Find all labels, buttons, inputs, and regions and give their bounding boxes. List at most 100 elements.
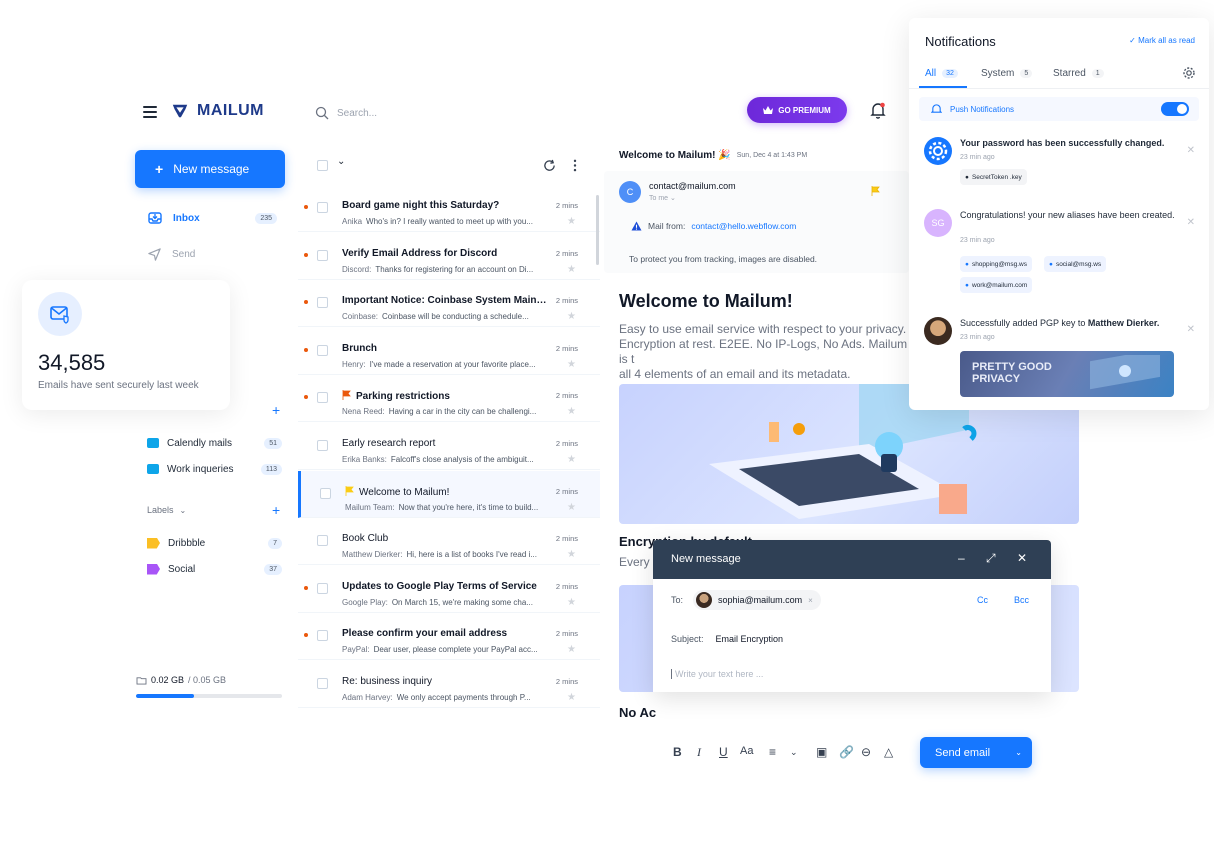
- underline-icon[interactable]: U: [719, 745, 728, 759]
- chevron-down-icon[interactable]: ⌄: [337, 156, 345, 167]
- mail-preview: Anika Who's in? I really wanted to meet u…: [342, 217, 533, 226]
- push-toggle[interactable]: [1161, 102, 1189, 116]
- refresh-icon[interactable]: [543, 159, 556, 172]
- mail-row[interactable]: Board game night this Saturday? Anika Who'…: [298, 185, 600, 232]
- star-icon[interactable]: ★: [567, 454, 576, 465]
- alias-chip[interactable]: ● shopping@msg.ws: [960, 256, 1032, 272]
- sender-email[interactable]: contact@mailum.com: [649, 181, 736, 191]
- mail-row[interactable]: Brunch Henry: I've made a reservation at y…: [298, 328, 600, 375]
- close-icon[interactable]: ✕: [1187, 217, 1195, 228]
- add-label-button[interactable]: +: [272, 502, 280, 518]
- close-icon[interactable]: ✕: [1017, 551, 1027, 565]
- mail-from-link[interactable]: contact@hello.webflow.com: [691, 221, 796, 231]
- gear-icon[interactable]: [1182, 66, 1196, 80]
- row-checkbox[interactable]: [317, 678, 328, 689]
- row-checkbox[interactable]: [317, 392, 328, 404]
- logo: MAILUM: [171, 102, 264, 120]
- close-icon[interactable]: ✕: [1187, 145, 1195, 156]
- font-size-icon[interactable]: Aa: [740, 745, 753, 757]
- remove-recipient-icon[interactable]: ×: [808, 596, 813, 605]
- mail-row[interactable]: Please confirm your email address PayPal:…: [298, 613, 600, 661]
- send-email-button[interactable]: Send email ⌄: [920, 737, 1032, 768]
- subject-row[interactable]: Subject: Email Encryption: [671, 634, 783, 644]
- close-icon[interactable]: ✕: [1187, 324, 1195, 335]
- sidebar-label-social[interactable]: Social 37: [147, 560, 282, 578]
- select-all-checkbox[interactable]: [317, 160, 328, 171]
- row-checkbox[interactable]: [317, 535, 328, 547]
- row-checkbox[interactable]: [317, 297, 328, 309]
- sidebar-item-inbox[interactable]: Inbox 235: [147, 208, 277, 228]
- labels-header[interactable]: Labels ⌄: [147, 505, 186, 515]
- sidebar-folder-calendly[interactable]: Calendly mails 51: [147, 434, 282, 452]
- star-icon[interactable]: ★: [567, 502, 576, 513]
- avatar: [696, 592, 712, 608]
- notifications-panel: Notifications ✓ Mark all as read All 32 …: [909, 18, 1209, 410]
- image-icon[interactable]: ▣: [816, 745, 827, 759]
- star-icon[interactable]: ★: [567, 359, 576, 370]
- search-bar[interactable]: Search...: [315, 106, 377, 120]
- chevron-down-icon[interactable]: ⌄: [1015, 748, 1022, 757]
- mail-row[interactable]: Important Notice: Coinbase System Mainte…: [298, 280, 600, 328]
- row-checkbox[interactable]: [320, 487, 331, 499]
- key-chip[interactable]: ● SecretToken .key: [960, 169, 1027, 185]
- row-checkbox[interactable]: [317, 344, 328, 356]
- star-icon[interactable]: ★: [567, 216, 576, 227]
- bcc-button[interactable]: Bcc: [1014, 595, 1029, 605]
- compose-body-input[interactable]: Write your text here ...: [671, 669, 763, 679]
- mail-row[interactable]: Verify Email Address for Discord Discord:…: [298, 233, 600, 280]
- expand-icon[interactable]: ⤢: [986, 551, 996, 566]
- minimize-icon[interactable]: –: [958, 551, 965, 565]
- drive-icon[interactable]: △: [884, 745, 893, 759]
- star-icon[interactable]: ★: [567, 264, 576, 275]
- mail-row[interactable]: Parking restrictions Nena Reed: Having a c…: [298, 375, 600, 423]
- menu-icon[interactable]: [143, 106, 157, 118]
- italic-icon[interactable]: I: [697, 745, 701, 760]
- sidebar-label-dribbble[interactable]: Dribbble 7: [147, 534, 282, 552]
- link-icon[interactable]: 🔗: [839, 745, 854, 759]
- notification-bell-icon[interactable]: [870, 101, 886, 119]
- tab-all[interactable]: All 32: [925, 68, 958, 79]
- alias-chip[interactable]: ● work@mailum.com: [960, 277, 1033, 293]
- add-folder-button[interactable]: +: [272, 402, 280, 418]
- bold-icon[interactable]: B: [673, 745, 682, 759]
- row-checkbox[interactable]: [317, 440, 328, 451]
- star-icon[interactable]: ★: [567, 692, 576, 703]
- mail-row[interactable]: Welcome to Mailum! Mailum Team: Now that y…: [298, 470, 600, 518]
- new-message-button[interactable]: + New message: [135, 150, 285, 188]
- align-icon[interactable]: ≡: [769, 745, 776, 759]
- mark-all-read-button[interactable]: ✓ Mark all as read: [1129, 36, 1195, 45]
- mail-row[interactable]: Re: business inquiry Adam Harvey: We only …: [298, 661, 600, 708]
- inbox-count: 235: [255, 212, 277, 224]
- cc-button[interactable]: Cc: [977, 595, 988, 605]
- user-icon: ●: [1049, 260, 1053, 268]
- star-icon[interactable]: ★: [567, 597, 576, 608]
- row-checkbox[interactable]: [317, 582, 328, 594]
- sidebar-item-send[interactable]: Send: [147, 244, 277, 264]
- chevron-down-icon[interactable]: ⌄: [790, 747, 798, 758]
- recipient-toggle[interactable]: To me ⌄: [649, 194, 676, 202]
- alias-chip[interactable]: ● social@msg.ws: [1044, 256, 1107, 272]
- mail-preview: Adam Harvey: We only accept payments thro…: [342, 693, 531, 702]
- tab-starred[interactable]: Starred 1: [1053, 68, 1104, 79]
- more-vertical-icon[interactable]: [573, 159, 577, 172]
- list-scrollbar[interactable]: [596, 195, 599, 265]
- embed-icon[interactable]: ⊖: [861, 745, 871, 759]
- star-icon[interactable]: ★: [567, 406, 576, 417]
- mail-row[interactable]: Updates to Google Play Terms of Service G…: [298, 566, 600, 613]
- warning-icon: [631, 221, 642, 231]
- row-checkbox[interactable]: [317, 630, 328, 642]
- star-icon[interactable]: ★: [567, 644, 576, 655]
- row-checkbox[interactable]: [317, 202, 328, 213]
- tab-system[interactable]: System 5: [981, 68, 1033, 79]
- recipient-chip[interactable]: sophia@mailum.com ×: [693, 590, 821, 610]
- row-checkbox[interactable]: [317, 249, 328, 261]
- go-premium-button[interactable]: GO PREMIUM: [747, 97, 847, 123]
- avatar: SG: [924, 209, 952, 237]
- mail-subject: Welcome to Mailum!: [345, 485, 550, 498]
- sidebar-folder-work[interactable]: Work inqueries 113: [147, 460, 282, 478]
- mail-row[interactable]: Book Club Matthew Dierker: Hi, here is a l…: [298, 518, 600, 566]
- star-icon[interactable]: ★: [567, 311, 576, 322]
- flag-icon[interactable]: [871, 186, 880, 196]
- mail-row[interactable]: Early research report Erika Banks: Falcoff…: [298, 423, 600, 470]
- star-icon[interactable]: ★: [567, 549, 576, 560]
